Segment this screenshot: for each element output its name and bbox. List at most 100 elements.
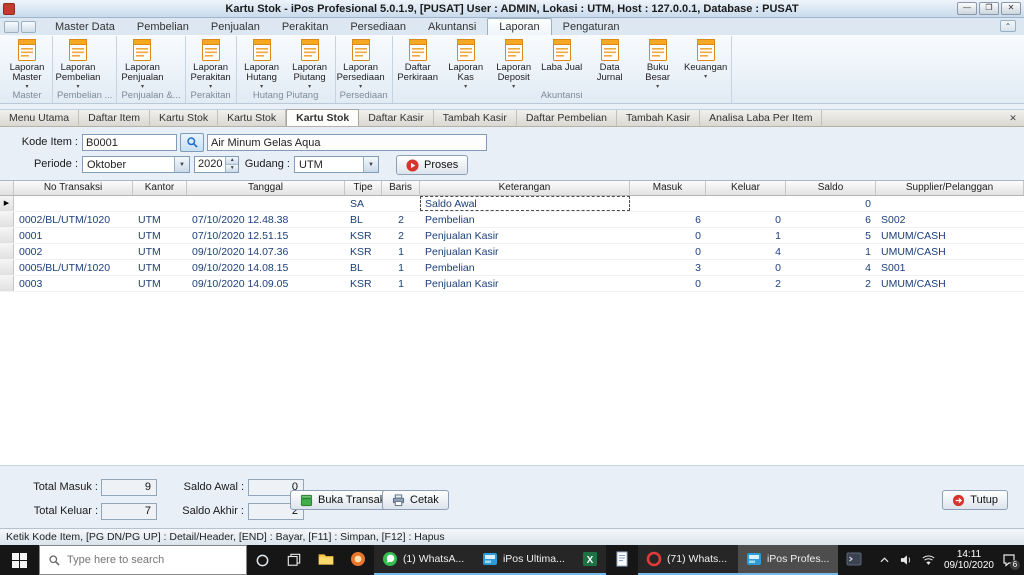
ribbon-button-keuangan[interactable]: Keuangan ▾: [682, 36, 730, 89]
cell-supplier-pelanggan: UMUM/CASH: [881, 278, 946, 290]
column-header-supplier-pelanggan[interactable]: Supplier/Pelanggan: [876, 181, 1024, 195]
ribbon-tab-pengaturan[interactable]: Pengaturan: [552, 19, 631, 35]
start-button[interactable]: [0, 545, 39, 575]
spin-down-icon[interactable]: ▼: [226, 165, 238, 172]
ribbon-tab-perakitan[interactable]: Perakitan: [271, 19, 339, 35]
status-bar: Ketik Kode Item, [PG DN/PG UP] : Detail/…: [0, 528, 1024, 545]
cell-keluar: 1: [775, 230, 781, 242]
taskbar-item-whatsapp-2[interactable]: (1) WhatsA...: [373, 545, 474, 575]
task-view-button[interactable]: [278, 545, 310, 575]
column-header-baris[interactable]: Baris: [382, 181, 420, 195]
exit-icon: [953, 494, 965, 506]
ribbon-button-laporan-persediaan[interactable]: Laporan Persediaan ▾: [337, 36, 385, 90]
doc-tab-tambah-kasir-8[interactable]: Tambah Kasir: [617, 110, 701, 126]
tray-chevron-up-icon[interactable]: [878, 554, 892, 567]
table-row[interactable]: 0002/BL/UTM/1020 UTM 07/10/2020 12.48.38 BL…: [0, 212, 1024, 228]
minimize-button[interactable]: —: [957, 2, 977, 15]
taskbar-item-console-8[interactable]: [838, 545, 870, 575]
doc-tab-daftar-pembelian-7[interactable]: Daftar Pembelian: [517, 110, 617, 126]
cell-baris: 2: [398, 230, 404, 242]
cortana-button[interactable]: [247, 545, 279, 575]
ribbon-button-laporan-kas[interactable]: Laporan Kas ▾: [442, 36, 490, 90]
ribbon-button-laporan-pembelian[interactable]: Laporan Pembelian ▾: [54, 36, 102, 90]
table-row[interactable]: 0003 UTM 09/10/2020 14.09.05 KSR 1 Penjualan …: [0, 276, 1024, 292]
ribbon-tab-persediaan[interactable]: Persediaan: [339, 19, 417, 35]
report-document-icon: [67, 38, 89, 62]
column-header-masuk[interactable]: Masuk: [630, 181, 706, 195]
column-header-tanggal[interactable]: Tanggal: [187, 181, 345, 195]
close-button[interactable]: ✕: [1001, 2, 1021, 15]
column-header-keterangan[interactable]: Keterangan: [420, 181, 630, 195]
column-header-tipe[interactable]: Tipe: [345, 181, 382, 195]
search-item-button[interactable]: [180, 133, 204, 152]
column-header-saldo[interactable]: Saldo: [786, 181, 876, 195]
table-row[interactable]: 0001 UTM 07/10/2020 12.51.15 KSR 2 Penjualan …: [0, 228, 1024, 244]
tutup-button[interactable]: Tutup: [942, 490, 1008, 510]
network-wifi-icon[interactable]: [922, 554, 936, 567]
ribbon-tab-akuntansi[interactable]: Akuntansi: [417, 19, 487, 35]
ribbon-tab-pembelian[interactable]: Pembelian: [126, 19, 200, 35]
ribbon-button-laporan-master[interactable]: Laporan Master ▾: [3, 36, 51, 90]
column-header-keluar[interactable]: Keluar: [706, 181, 786, 195]
taskbar-item-notepad-5[interactable]: [606, 545, 638, 575]
ipos-icon: [482, 551, 498, 567]
table-row[interactable]: 0005/BL/UTM/1020 UTM 09/10/2020 14.08.15 BL…: [0, 260, 1024, 276]
doc-tab-menu-utama-0[interactable]: Menu Utama: [0, 110, 80, 126]
ribbon-button-laporan-deposit[interactable]: Laporan Deposit ▾: [490, 36, 538, 90]
ribbon-button-data-jurnal[interactable]: Data Jurnal: [586, 36, 634, 89]
column-header-no-transaksi[interactable]: No Transaksi: [14, 181, 133, 195]
cell-keterangan: Pembelian: [425, 262, 475, 274]
cetak-button[interactable]: Cetak: [382, 490, 449, 510]
cell-keterangan: Penjualan Kasir: [425, 278, 499, 290]
qat-grid-icon[interactable]: [21, 21, 36, 33]
taskbar-clock[interactable]: 14:11 09/10/2020: [944, 549, 994, 572]
table-row[interactable]: ▶ SA Saldo Awal 0: [0, 196, 1024, 212]
cell-baris: [382, 196, 420, 211]
doc-tab-kartu-stok-2[interactable]: Kartu Stok: [150, 110, 219, 126]
table-row[interactable]: 0002 UTM 09/10/2020 14.07.36 KSR 1 Penjualan …: [0, 244, 1024, 260]
proses-button[interactable]: Proses: [396, 155, 469, 175]
ribbon-tab-penjualan[interactable]: Penjualan: [200, 19, 271, 35]
taskbar-item-ipos-7[interactable]: iPos Profes...: [737, 545, 838, 575]
cell-masuk: 0: [695, 230, 701, 242]
grid-body[interactable]: ▶ SA Saldo Awal 0 0002/BL/UTM/1020 UTM 07/10/2…: [0, 196, 1024, 465]
taskbar-search-box[interactable]: [39, 545, 247, 575]
doc-tab-kartu-stok-3[interactable]: Kartu Stok: [218, 110, 287, 126]
ribbon-tab-laporan[interactable]: Laporan: [487, 18, 552, 35]
periode-select[interactable]: Oktober ▼: [82, 156, 190, 173]
doc-tab-tambah-kasir-6[interactable]: Tambah Kasir: [434, 110, 517, 126]
play-icon: [406, 158, 419, 172]
ribbon-button-laporan-hutang[interactable]: Laporan Hutang ▾: [238, 36, 286, 90]
doc-tab-analisa-laba-per-item-9[interactable]: Analisa Laba Per Item: [700, 110, 823, 126]
volume-icon[interactable]: [900, 554, 914, 567]
taskbar-item-excel-4[interactable]: X: [573, 545, 606, 575]
ribbon-button-laporan-penjualan[interactable]: Laporan Penjualan ▾: [118, 36, 166, 90]
doc-tab-daftar-kasir-5[interactable]: Daftar Kasir: [359, 110, 434, 126]
taskbar-item-file-explorer-0[interactable]: [310, 545, 342, 575]
column-header-kantor[interactable]: Kantor: [133, 181, 187, 195]
tab-close-icon[interactable]: ✕: [1007, 113, 1019, 124]
kode-item-input[interactable]: [82, 134, 177, 151]
ribbon-button-laba-jual[interactable]: Laba Jual: [538, 36, 586, 89]
ribbon-button-laporan-perakitan[interactable]: Laporan Perakitan ▾: [187, 36, 235, 90]
doc-tab-daftar-item-1[interactable]: Daftar Item: [79, 110, 151, 126]
taskbar-item-browser-orange-1[interactable]: [342, 545, 374, 575]
ribbon-toolbar: Laporan Master ▾ Master Laporan Pembelian ▾ P…: [0, 35, 1024, 104]
taskbar-search-input[interactable]: [67, 554, 228, 566]
ribbon-group-akuntansi: Daftar Perkiraan Laporan Kas ▾ Laporan Depo…: [393, 36, 732, 103]
action-center-button[interactable]: 6: [1002, 554, 1020, 570]
spin-up-icon[interactable]: ▲: [226, 157, 238, 165]
ribbon-button-laporan-piutang[interactable]: Laporan Piutang ▾: [286, 36, 334, 90]
ribbon-collapse-button[interactable]: ⌃: [1000, 20, 1016, 32]
doc-tab-kartu-stok-4[interactable]: Kartu Stok: [286, 109, 360, 126]
tahun-stepper[interactable]: 2020 ▲ ▼: [194, 156, 239, 173]
ribbon-tab-master-data[interactable]: Master Data: [44, 19, 126, 35]
ribbon-button-buku-besar[interactable]: Buku Besar ▾: [634, 36, 682, 90]
ribbon-button-daftar-perkiraan[interactable]: Daftar Perkiraan: [394, 36, 442, 89]
ribbon-group-pembelian: Laporan Pembelian ▾ Pembelian ...: [53, 36, 118, 103]
maximize-button[interactable]: ❐: [979, 2, 999, 15]
gudang-select[interactable]: UTM ▼: [294, 156, 379, 173]
taskbar-item-ipos-3[interactable]: iPos Ultima...: [473, 545, 574, 575]
qat-window-icon[interactable]: [4, 21, 19, 33]
taskbar-item-opera-6[interactable]: (71) Whats...: [637, 545, 738, 575]
